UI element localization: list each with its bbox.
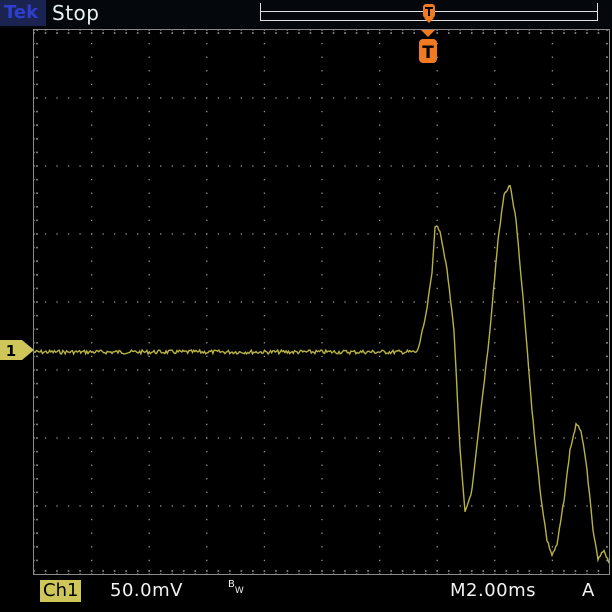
trigger-marker-label: T: [422, 43, 434, 63]
channel-1-ground-marker[interactable]: 1: [0, 340, 34, 360]
horizontal-scale-readout: M2.00ms: [450, 580, 537, 601]
channel-label[interactable]: Ch1: [40, 580, 82, 602]
record-trigger-icon: [423, 4, 435, 23]
acquisition-status: Stop: [52, 1, 100, 25]
status-bar: Tek Stop: [0, 0, 612, 28]
vertical-scale-readout: 50.0mV: [110, 580, 183, 601]
bw-limit-icon: BW: [228, 579, 244, 597]
channel-marker-label: 1: [6, 342, 16, 360]
trigger-source-readout: A: [582, 580, 595, 601]
graticule: [34, 30, 610, 574]
brand-logo: Tek: [0, 0, 46, 26]
trigger-position-icon[interactable]: T: [417, 28, 439, 66]
